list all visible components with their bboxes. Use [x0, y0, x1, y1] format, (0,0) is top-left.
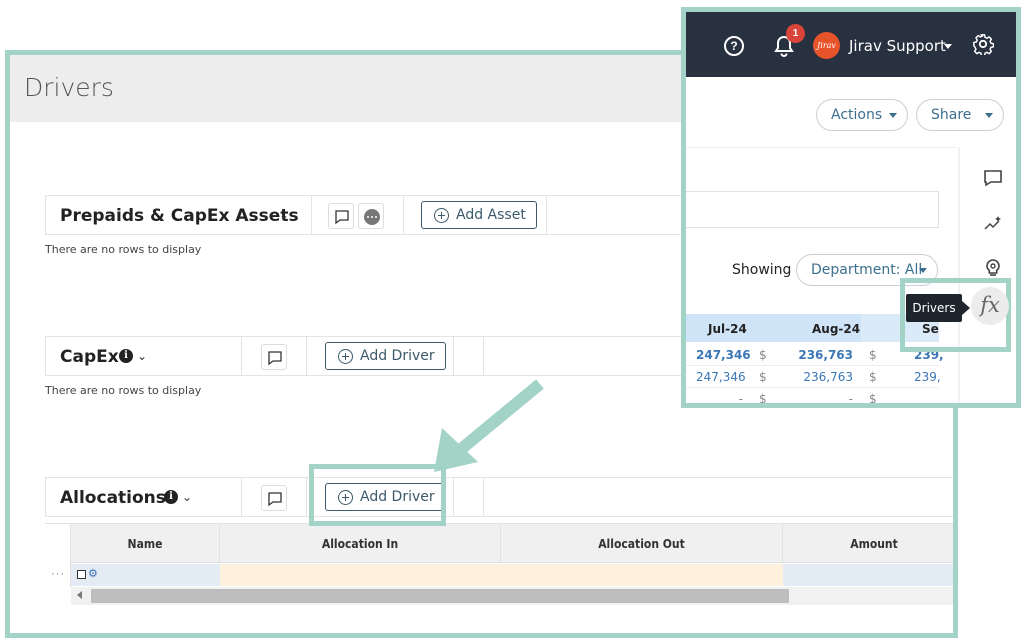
column-header[interactable]: Aug-24 — [812, 322, 860, 336]
filter-input[interactable] — [686, 191, 939, 228]
share-button[interactable]: Share — [916, 99, 1004, 131]
empty-message: There are no rows to display — [45, 384, 202, 397]
actions-button[interactable]: Actions — [816, 99, 908, 131]
row-checkbox[interactable] — [77, 570, 86, 579]
comment-button[interactable] — [261, 344, 287, 370]
allocation-in-cell[interactable] — [220, 564, 501, 586]
chevron-down-icon[interactable]: ⌄ — [279, 208, 289, 222]
drivers-tooltip: Drivers — [906, 294, 962, 322]
table-row[interactable]: ⚙ — [71, 564, 953, 586]
info-icon[interactable]: i — [164, 490, 178, 504]
scroll-left-icon[interactable] — [77, 591, 82, 599]
section-title-capex[interactable]: CapEx — [60, 347, 119, 367]
showing-label: Showing — [732, 262, 792, 278]
caret-down-icon — [985, 113, 993, 118]
info-icon[interactable]: i — [119, 349, 133, 363]
chevron-down-icon[interactable]: ⌄ — [182, 490, 192, 504]
table-row[interactable]: - $ - $ — [686, 388, 939, 403]
allocation-out-cell[interactable] — [501, 564, 783, 586]
amount-cell[interactable] — [783, 564, 953, 586]
column-header-allocation-out[interactable]: Allocation Out — [501, 524, 783, 564]
row-menu-icon[interactable]: ··· — [51, 568, 65, 580]
comment-button[interactable] — [261, 485, 287, 511]
column-header-name[interactable]: Name — [71, 524, 220, 564]
comment-icon — [268, 492, 282, 507]
section-allocations: Allocations i ⌄ Add Driver — [45, 477, 953, 517]
brain-bulb-icon[interactable] — [983, 258, 1003, 278]
user-menu-name[interactable]: Jirav Support — [849, 37, 946, 55]
page-title: Drivers — [24, 73, 114, 102]
plus-circle-icon — [338, 349, 353, 364]
chevron-down-icon[interactable]: ⌄ — [137, 349, 147, 363]
section-title-prepaids[interactable]: Prepaids & CapEx Assets — [60, 206, 299, 226]
name-cell[interactable]: ⚙ — [71, 564, 220, 586]
caret-down-icon — [889, 113, 897, 118]
comment-button[interactable] — [328, 203, 354, 229]
pointer-arrow-icon — [434, 379, 544, 472]
add-driver-button[interactable]: Add Driver — [325, 342, 446, 370]
add-asset-button[interactable]: Add Asset — [421, 201, 537, 229]
grid-gutter: ··· — [45, 523, 71, 587]
horizontal-scrollbar[interactable] — [71, 587, 953, 605]
more-icon — [364, 209, 380, 225]
column-header[interactable]: Jul-24 — [708, 322, 747, 336]
column-header[interactable]: Se — [922, 322, 939, 336]
column-header-amount[interactable]: Amount — [783, 524, 953, 564]
notification-badge[interactable]: 1 — [786, 24, 805, 43]
comment-icon — [268, 351, 282, 366]
caret-down-icon[interactable] — [944, 44, 952, 49]
avatar[interactable]: Jirav — [813, 32, 840, 59]
comment-icon — [335, 210, 349, 225]
empty-message: There are no rows to display — [45, 243, 202, 256]
gear-icon[interactable]: ⚙ — [88, 567, 98, 580]
gear-icon[interactable] — [972, 33, 994, 55]
top-navbar: ? 1 Jirav Jirav Support — [686, 12, 1016, 77]
fx-drivers-icon[interactable]: fx — [971, 287, 1009, 325]
more-options-button[interactable] — [358, 203, 384, 229]
column-header-allocation-in[interactable]: Allocation In — [220, 524, 501, 564]
help-icon[interactable]: ? — [724, 36, 744, 56]
table-row[interactable]: 247,346 $ 236,763 $ 239, — [686, 366, 941, 388]
comment-icon[interactable] — [983, 169, 1003, 187]
allocations-grid: ··· Name Allocation In Allocation Out Am… — [45, 523, 953, 607]
plus-circle-icon — [434, 208, 449, 223]
grid-header: Name Allocation In Allocation Out Amount — [71, 523, 953, 564]
section-title-allocations[interactable]: Allocations — [60, 488, 166, 508]
sparkle-chart-icon[interactable] — [983, 215, 1003, 233]
caret-down-icon — [919, 268, 927, 273]
scrollbar-thumb[interactable] — [91, 589, 789, 603]
